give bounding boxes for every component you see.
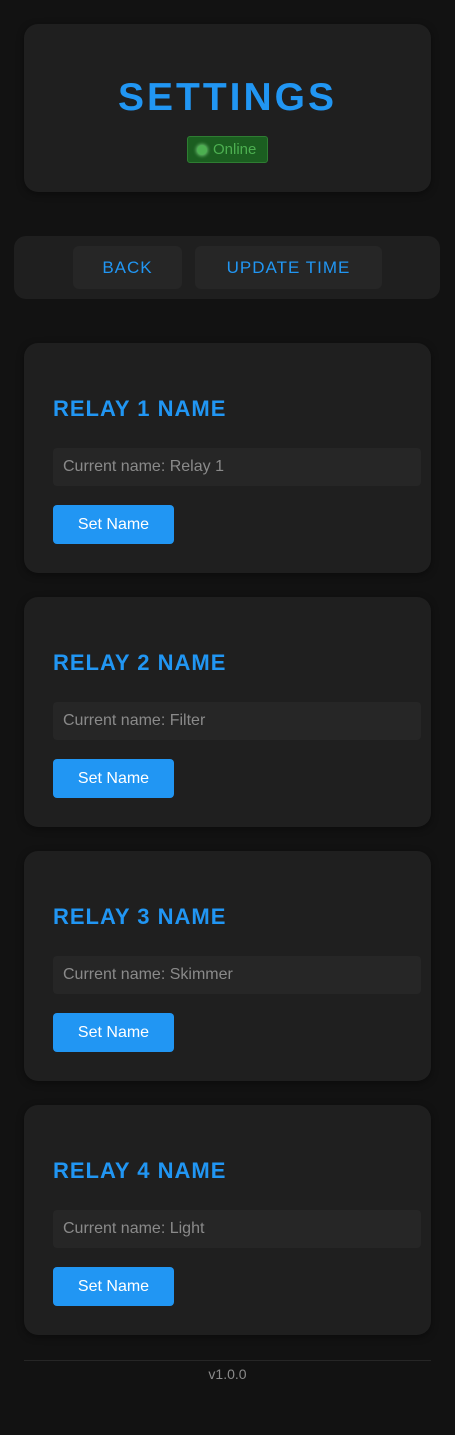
relay-4-name-input[interactable] bbox=[53, 1210, 421, 1248]
relay-card-2: RELAY 2 NAME Set Name bbox=[24, 597, 431, 827]
relay-1-title: RELAY 1 NAME bbox=[53, 396, 227, 421]
status-label: Online bbox=[213, 141, 257, 158]
relay-3-title: RELAY 3 NAME bbox=[53, 904, 227, 929]
relay-4-title: RELAY 4 NAME bbox=[53, 1158, 227, 1183]
page-title: SETTINGS bbox=[117, 76, 338, 119]
status-dot-icon bbox=[197, 145, 207, 155]
nav-bar: BACK UPDATE TIME bbox=[14, 236, 440, 299]
relay-card-1: RELAY 1 NAME Set Name bbox=[24, 343, 431, 573]
relay-4-set-name-button[interactable]: Set Name bbox=[53, 1267, 174, 1306]
relay-2-set-name-button[interactable]: Set Name bbox=[53, 759, 174, 798]
relay-3-set-name-button[interactable]: Set Name bbox=[53, 1013, 174, 1052]
header-card: SETTINGS Online bbox=[24, 24, 431, 192]
relay-card-4: RELAY 4 NAME Set Name bbox=[24, 1105, 431, 1335]
relay-card-3: RELAY 3 NAME Set Name bbox=[24, 851, 431, 1081]
relay-2-name-input[interactable] bbox=[53, 702, 421, 740]
status-badge: Online bbox=[187, 136, 268, 163]
relay-2-title: RELAY 2 NAME bbox=[53, 650, 227, 675]
back-button[interactable]: BACK bbox=[73, 246, 182, 289]
relay-3-name-input[interactable] bbox=[53, 956, 421, 994]
update-time-button[interactable]: UPDATE TIME bbox=[195, 246, 382, 289]
footer-divider bbox=[24, 1360, 431, 1361]
relay-1-set-name-button[interactable]: Set Name bbox=[53, 505, 174, 544]
relay-1-name-input[interactable] bbox=[53, 448, 421, 486]
version-label: v1.0.0 bbox=[208, 1366, 247, 1382]
